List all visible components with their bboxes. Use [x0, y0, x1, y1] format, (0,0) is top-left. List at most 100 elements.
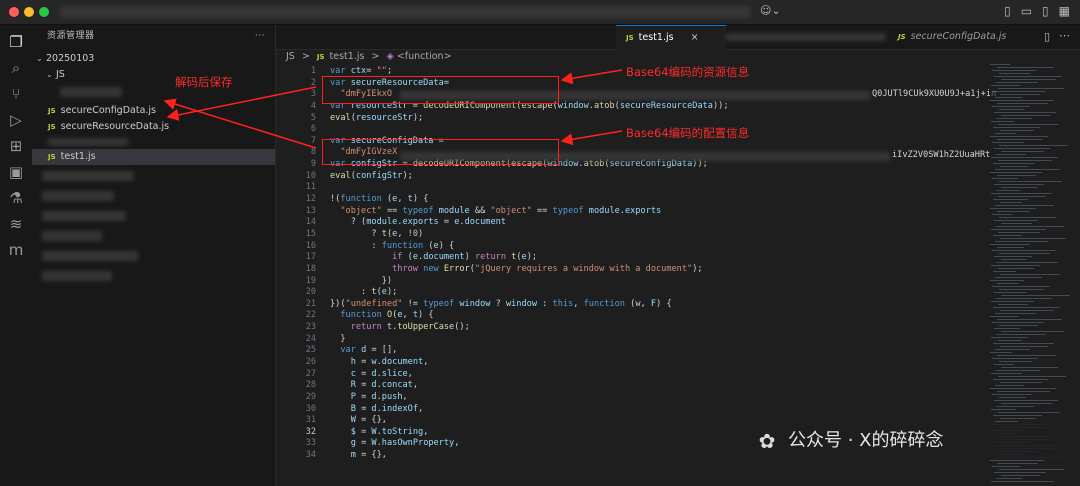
search-icon[interactable]: ⌕ [7, 59, 25, 77]
minimap-line [990, 136, 1048, 137]
minimap-line [997, 283, 1018, 284]
minimap-line [998, 376, 1066, 377]
code-line: P = d.push, [350, 391, 408, 402]
line-number: 3 [310, 89, 316, 100]
minimap-line [992, 286, 1050, 287]
minimap-line [991, 265, 1040, 266]
code-line: : function (e) { [330, 240, 455, 251]
minimap-line [994, 292, 1026, 293]
blurred-row [32, 83, 275, 101]
line-number: 12 [305, 194, 316, 205]
minimap-line [997, 175, 1036, 176]
folder-root[interactable]: ⌄ 20250103 [32, 51, 275, 67]
test-icon[interactable]: ⚗ [7, 189, 25, 207]
minimap-line [992, 178, 1018, 179]
minimap-line [1001, 367, 1058, 368]
close-window-button[interactable] [9, 7, 19, 17]
minimap-line [998, 88, 1064, 89]
minimap-line [997, 355, 1056, 356]
breadcrumb-symbol[interactable]: <function> [397, 51, 452, 62]
minimap-line [993, 379, 1048, 380]
extensions-icon[interactable]: ⊞ [7, 137, 25, 155]
run-debug-icon[interactable]: ▷ [7, 111, 25, 129]
minimap-line [1000, 346, 1048, 347]
minimap-line [990, 100, 1054, 101]
minimize-window-button[interactable] [24, 7, 34, 17]
minimap-line [990, 244, 1030, 245]
file-test1[interactable]: JS test1.js [32, 149, 275, 165]
minimap-line [996, 370, 1040, 371]
minimap-line [993, 235, 1022, 236]
line-number: 19 [305, 275, 316, 286]
minimap-line [997, 247, 1024, 248]
blurred-tab [726, 33, 886, 41]
minimap-line [991, 229, 1046, 230]
blurred-filename [42, 211, 126, 221]
breadcrumb-folder[interactable]: JS [286, 51, 295, 62]
minimap-line [999, 325, 1038, 326]
remote-explorer-icon[interactable]: ▣ [7, 163, 25, 181]
customize-layout-icon[interactable]: ▦ [1059, 4, 1070, 18]
source-control-icon[interactable]: ⑂ [7, 85, 25, 103]
tab-test1[interactable]: JS test1.js × [616, 25, 726, 50]
line-number: 31 [305, 415, 316, 426]
minimap-line [998, 340, 1022, 341]
breadcrumb-file[interactable]: test1.js [330, 51, 365, 62]
maximize-window-button[interactable] [39, 7, 49, 17]
explorer-title: 资源管理器 ··· [32, 25, 275, 47]
file-secure-config[interactable]: JS secureConfigData.js [32, 103, 275, 119]
minimap-line [995, 241, 1048, 242]
tab-secure-config[interactable]: JS secureConfigData.js [888, 25, 1016, 49]
js-file-icon: JS [48, 107, 56, 115]
minimap-line [999, 289, 1044, 290]
minimap-line [995, 385, 1024, 386]
minimap-line [991, 409, 1016, 410]
code-line: m = {}, [350, 450, 387, 461]
minimap-line [999, 253, 1050, 254]
line-number: 6 [310, 124, 316, 135]
more-actions-icon[interactable]: ⋯ [1059, 29, 1070, 42]
minimap-line [998, 124, 1058, 125]
split-editor-icon[interactable]: ▯ [1044, 30, 1050, 43]
line-number: 34 [305, 450, 316, 461]
folder-js[interactable]: ⌄ JS [32, 67, 275, 83]
close-icon[interactable]: × [691, 32, 699, 43]
explorer-more-button[interactable]: ··· [255, 25, 265, 47]
explorer-icon[interactable]: ❐ [7, 33, 25, 51]
minimap[interactable] [990, 64, 1070, 486]
line-number: 8 [310, 147, 316, 158]
code-line: ? (module.exports = e.document [330, 217, 506, 228]
minimap-line [996, 82, 1038, 83]
minimap-line [1001, 79, 1056, 80]
explorer-title-text: 资源管理器 [47, 31, 95, 41]
minimap-line [1001, 403, 1052, 404]
line-number: 28 [305, 380, 316, 391]
resource-highlight-box [322, 76, 559, 104]
m-extension-icon[interactable]: ⅿ [7, 241, 25, 259]
minimap-line [994, 328, 1020, 329]
title-blur [60, 6, 750, 18]
file-label: test1.js [60, 151, 96, 162]
line-number: 9 [310, 159, 316, 170]
minimap-line [995, 205, 1054, 206]
minimap-line [1000, 202, 1022, 203]
js-file-icon: JS [48, 153, 56, 161]
minimap-line [992, 214, 1012, 215]
minimap-line [997, 319, 1062, 320]
line-number: 30 [305, 403, 316, 414]
toggle-secondary-sidebar-icon[interactable]: ▯ [1042, 4, 1049, 18]
minimap-line [994, 256, 1032, 257]
file-secure-resource[interactable]: JS secureResourceData.js [32, 119, 275, 135]
minimap-line [993, 343, 1054, 344]
minimap-line [997, 391, 1050, 392]
copilot-icon[interactable]: ☺⌄ [760, 4, 781, 17]
docker-icon[interactable]: ≋ [7, 215, 25, 233]
toggle-sidebar-icon[interactable]: ▯ [1004, 4, 1011, 18]
minimap-line [992, 394, 1032, 395]
config-note-annotation: Base64编码的配置信息 [626, 126, 750, 140]
line-number: 32 [305, 426, 316, 437]
js-file-icon: JS [898, 33, 906, 41]
toggle-panel-icon[interactable]: ▭ [1021, 4, 1032, 18]
blurred-filename [42, 171, 134, 181]
minimap-line [992, 358, 1038, 359]
